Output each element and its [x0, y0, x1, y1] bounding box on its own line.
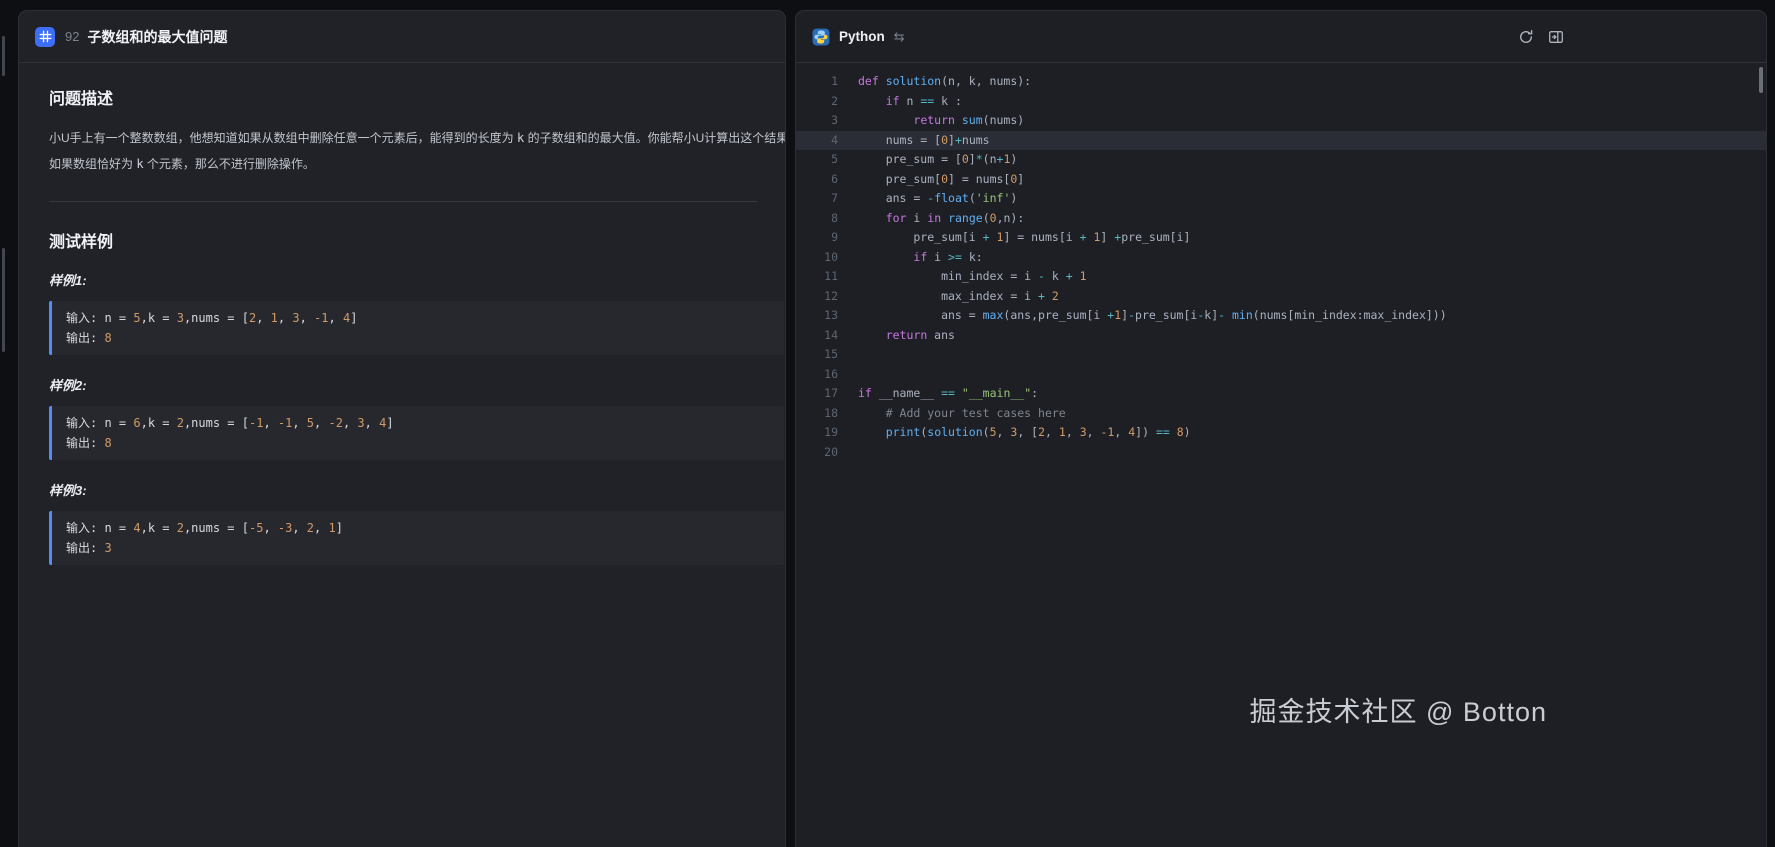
- code-text: max_index = i + 2: [838, 287, 1766, 307]
- code-text: pre_sum = [0]*(n+1): [838, 150, 1766, 170]
- sample-line: 输入: n = 6,k = 2,nums = [-1, -1, 5, -2, 3…: [66, 413, 770, 433]
- code-text: pre_sum[i + 1] = nums[i + 1] +pre_sum[i]: [838, 228, 1766, 248]
- problem-grid-icon: [35, 27, 55, 47]
- line-number: 19: [796, 423, 838, 443]
- code-text: ans = max(ans,pre_sum[i +1]-pre_sum[i-k]…: [838, 306, 1766, 326]
- code-line[interactable]: 12 max_index = i + 2: [796, 287, 1766, 307]
- sample-label: 样例3:: [49, 480, 757, 499]
- code-text: if __name__ == "__main__":: [838, 384, 1766, 404]
- problem-panel: 92 子数组和的最大值问题 问题描述 小U手上有一个整数数组，他想知道如果从数组…: [18, 10, 786, 847]
- sample-line: 输出: 8: [66, 433, 770, 453]
- code-text: [838, 365, 1766, 385]
- code-line[interactable]: 1def solution(n, k, nums):: [796, 72, 1766, 92]
- code-text: pre_sum[0] = nums[0]: [838, 170, 1766, 190]
- code-text: def solution(n, k, nums):: [838, 72, 1766, 92]
- line-number: 15: [796, 345, 838, 365]
- sample-label: 样例2:: [49, 375, 757, 394]
- code-line[interactable]: 9 pre_sum[i + 1] = nums[i + 1] +pre_sum[…: [796, 228, 1766, 248]
- scrollbar-thumb[interactable]: [2, 248, 5, 352]
- code-text: [838, 443, 1766, 463]
- code-text: [838, 345, 1766, 365]
- line-number: 20: [796, 443, 838, 463]
- python-icon: [812, 28, 830, 46]
- code-text: print(solution(5, 3, [2, 1, 3, -1, 4]) =…: [838, 423, 1766, 443]
- sample-block: 输入: n = 6,k = 2,nums = [-1, -1, 5, -2, 3…: [49, 406, 784, 460]
- sample-line: 输入: n = 4,k = 2,nums = [-5, -3, 2, 1]: [66, 518, 770, 538]
- problem-header: 92 子数组和的最大值问题: [19, 11, 785, 63]
- line-number: 1: [796, 72, 838, 92]
- sample-block: 输入: n = 4,k = 2,nums = [-5, -3, 2, 1]输出:…: [49, 511, 784, 565]
- language-switch-icon[interactable]: ⇆: [894, 29, 905, 45]
- code-text: ans = -float('inf'): [838, 189, 1766, 209]
- section-divider: [49, 201, 757, 202]
- code-line[interactable]: 16: [796, 365, 1766, 385]
- problem-description: 小U手上有一个整数数组，他想知道如果从数组中删除任意一个元素后，能得到的长度为 …: [49, 125, 757, 177]
- code-text: if i >= k:: [838, 248, 1766, 268]
- code-line[interactable]: 17if __name__ == "__main__":: [796, 384, 1766, 404]
- code-line[interactable]: 20: [796, 443, 1766, 463]
- description-line: 小U手上有一个整数数组，他想知道如果从数组中删除任意一个元素后，能得到的长度为 …: [49, 125, 757, 151]
- code-line[interactable]: 13 ans = max(ans,pre_sum[i +1]-pre_sum[i…: [796, 306, 1766, 326]
- sample-block: 输入: n = 5,k = 3,nums = [2, 1, 3, -1, 4]输…: [49, 301, 784, 355]
- line-number: 6: [796, 170, 838, 190]
- line-number: 8: [796, 209, 838, 229]
- line-number: 3: [796, 111, 838, 131]
- line-number: 4: [796, 131, 838, 151]
- code-line[interactable]: 19 print(solution(5, 3, [2, 1, 3, -1, 4]…: [796, 423, 1766, 443]
- code-line[interactable]: 8 for i in range(0,n):: [796, 209, 1766, 229]
- window-scrollbar[interactable]: [2, 0, 6, 847]
- line-number: 14: [796, 326, 838, 346]
- problem-body: 问题描述 小U手上有一个整数数组，他想知道如果从数组中删除任意一个元素后，能得到…: [19, 63, 785, 565]
- line-number: 16: [796, 365, 838, 385]
- sample-label: 样例1:: [49, 270, 757, 289]
- line-number: 17: [796, 384, 838, 404]
- code-line[interactable]: 14 return ans: [796, 326, 1766, 346]
- problem-number: 92: [65, 29, 79, 44]
- split-panel-icon[interactable]: [1547, 28, 1565, 46]
- line-number: 7: [796, 189, 838, 209]
- editor-panel: Python ⇆ 1def solution(n, k, nums):2 if …: [795, 10, 1767, 847]
- editor-header: Python ⇆: [796, 11, 1766, 63]
- line-number: 12: [796, 287, 838, 307]
- code-text: if n == k :: [838, 92, 1766, 112]
- code-line[interactable]: 18 # Add your test cases here: [796, 404, 1766, 424]
- samples-heading: 测试样例: [49, 228, 757, 252]
- scrollbar-thumb[interactable]: [2, 36, 5, 76]
- line-number: 9: [796, 228, 838, 248]
- line-number: 11: [796, 267, 838, 287]
- code-text: nums = [0]+nums: [838, 131, 1766, 151]
- code-line[interactable]: 11 min_index = i - k + 1: [796, 267, 1766, 287]
- code-text: return sum(nums): [838, 111, 1766, 131]
- description-heading: 问题描述: [49, 85, 757, 109]
- language-label[interactable]: Python: [839, 29, 885, 44]
- line-number: 13: [796, 306, 838, 326]
- watermark: 掘金技术社区 @ Botton: [1250, 690, 1547, 729]
- refresh-code-icon[interactable]: [1517, 28, 1535, 46]
- sample-line: 输出: 8: [66, 328, 770, 348]
- code-line[interactable]: 10 if i >= k:: [796, 248, 1766, 268]
- editor-scrollbar[interactable]: [1759, 67, 1763, 93]
- workspace: 92 子数组和的最大值问题 问题描述 小U手上有一个整数数组，他想知道如果从数组…: [0, 0, 1775, 847]
- code-editor[interactable]: 1def solution(n, k, nums):2 if n == k :3…: [796, 63, 1766, 462]
- code-text: return ans: [838, 326, 1766, 346]
- line-number: 2: [796, 92, 838, 112]
- code-line[interactable]: 7 ans = -float('inf'): [796, 189, 1766, 209]
- description-line: 如果数组恰好为 k 个元素，那么不进行删除操作。: [49, 151, 757, 177]
- code-line[interactable]: 3 return sum(nums): [796, 111, 1766, 131]
- sample-line: 输出: 3: [66, 538, 770, 558]
- code-text: # Add your test cases here: [838, 404, 1766, 424]
- code-text: min_index = i - k + 1: [838, 267, 1766, 287]
- code-line[interactable]: 4 nums = [0]+nums: [796, 131, 1766, 151]
- samples-list: 样例1:输入: n = 5,k = 3,nums = [2, 1, 3, -1,…: [49, 270, 757, 565]
- code-line[interactable]: 5 pre_sum = [0]*(n+1): [796, 150, 1766, 170]
- code-text: for i in range(0,n):: [838, 209, 1766, 229]
- code-line[interactable]: 6 pre_sum[0] = nums[0]: [796, 170, 1766, 190]
- code-line[interactable]: 15: [796, 345, 1766, 365]
- sample-line: 输入: n = 5,k = 3,nums = [2, 1, 3, -1, 4]: [66, 308, 770, 328]
- line-number: 10: [796, 248, 838, 268]
- code-line[interactable]: 2 if n == k :: [796, 92, 1766, 112]
- line-number: 18: [796, 404, 838, 424]
- line-number: 5: [796, 150, 838, 170]
- problem-title: 子数组和的最大值问题: [87, 27, 227, 47]
